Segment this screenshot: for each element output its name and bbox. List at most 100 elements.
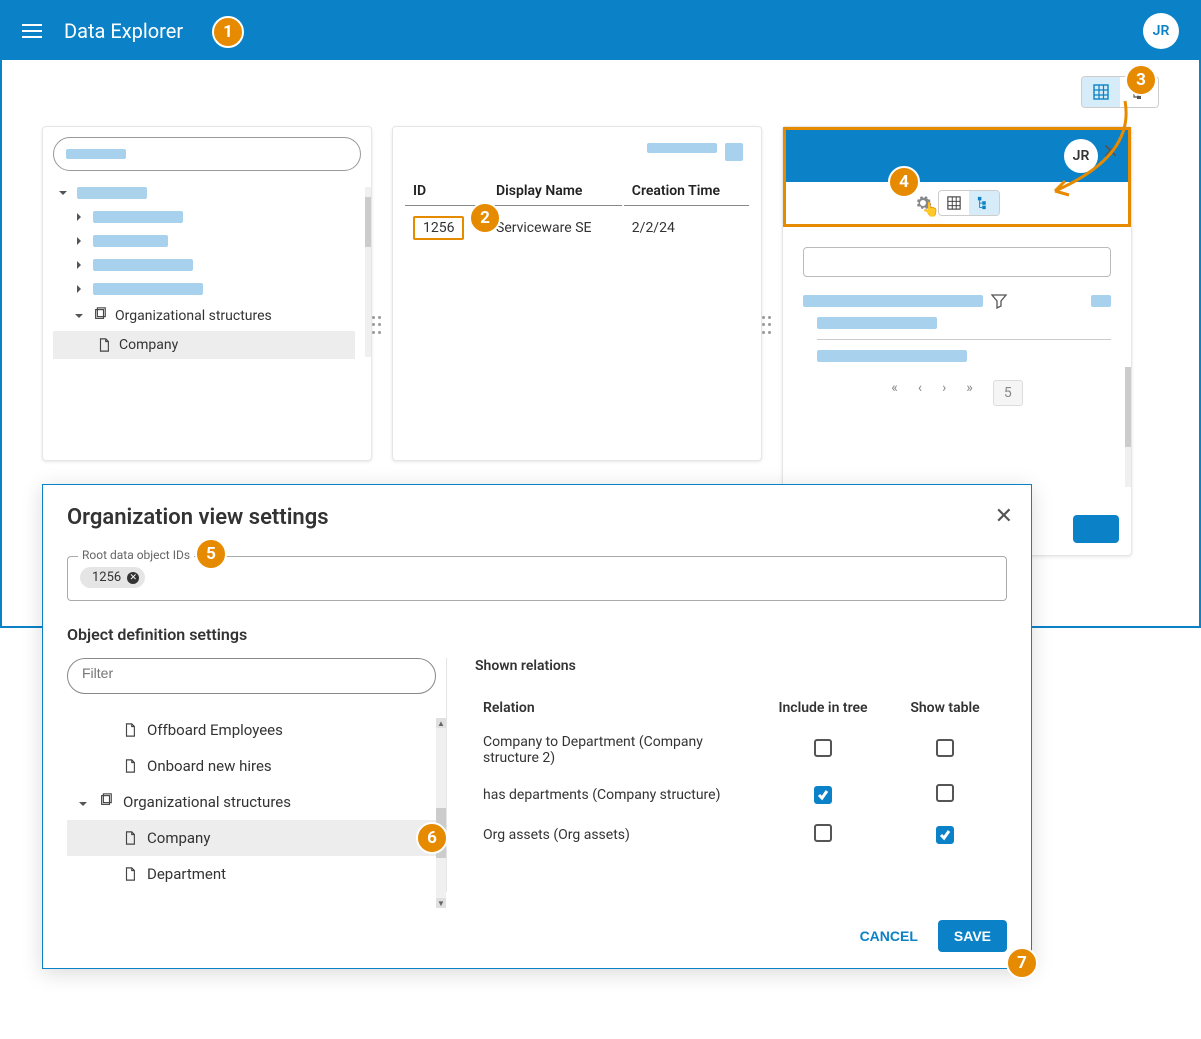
user-avatar[interactable]: JR: [1143, 13, 1179, 49]
app-title: Data Explorer: [64, 19, 183, 43]
root-id-chip[interactable]: 1256 ✕: [80, 567, 145, 588]
stack-icon: [93, 307, 107, 325]
drag-handle-icon[interactable]: [762, 316, 774, 336]
settings-gear-icon[interactable]: 👆: [914, 194, 932, 212]
hamburger-menu-icon[interactable]: [22, 19, 46, 43]
file-icon: [123, 723, 137, 737]
tree-label: Organizational structures: [115, 308, 272, 324]
col-relation: Relation: [477, 692, 761, 724]
def-row-org-structures[interactable]: Organizational structures: [67, 784, 436, 820]
col-creation-time: Creation Time: [624, 177, 749, 206]
callout-7: 7: [1006, 947, 1038, 979]
showtable-checkbox[interactable]: [936, 784, 954, 802]
callout-1: 1: [212, 16, 244, 48]
dialog-close-button[interactable]: ✕: [995, 503, 1013, 529]
definition-tree-column: Offboard Employees Onboard new hires Org…: [67, 658, 447, 892]
pager-prev[interactable]: ‹: [918, 380, 922, 406]
dialog-title: Organization view settings: [67, 505, 1007, 530]
col-id: ID: [405, 177, 486, 206]
chevron-right-icon: [73, 211, 85, 223]
pager-next[interactable]: ›: [942, 380, 946, 406]
tree-row[interactable]: [53, 181, 355, 205]
save-button[interactable]: SAVE: [938, 920, 1007, 952]
tree-row[interactable]: [53, 253, 355, 277]
pager-last[interactable]: »: [966, 380, 973, 406]
chevron-right-icon: [73, 259, 85, 271]
mid-header-blur: [647, 143, 717, 153]
col-show-table: Show table: [885, 692, 1005, 724]
relation-row: has departments (Company structure): [477, 776, 1005, 814]
left-search-input[interactable]: [53, 137, 361, 171]
relation-label: Org assets (Org assets): [477, 816, 761, 854]
scrollbar[interactable]: ▲ ▼: [436, 718, 446, 908]
file-icon: [97, 338, 111, 352]
right-blur-row: [1091, 295, 1111, 307]
def-label: Organizational structures: [123, 793, 291, 811]
file-icon: [123, 831, 137, 845]
def-row-department[interactable]: Department: [67, 856, 436, 892]
right-blur-row: [817, 350, 967, 362]
row-creation-time: 2/2/24: [624, 208, 749, 248]
tree-label-blur: [77, 187, 147, 199]
relations-heading: Shown relations: [475, 658, 1007, 674]
drag-handle-icon[interactable]: [372, 316, 384, 336]
callout-arrow: [1040, 96, 1140, 210]
def-row-onboard[interactable]: Onboard new hires: [67, 748, 436, 784]
right-primary-action[interactable]: [1073, 515, 1119, 543]
chevron-right-icon: [73, 235, 85, 247]
tree-label-blur: [93, 283, 203, 295]
def-label: Company: [147, 829, 210, 847]
tree-row-org-structures[interactable]: Organizational structures: [53, 301, 355, 331]
scrollbar[interactable]: [365, 187, 371, 357]
cursor-pointer-icon: 👆: [922, 202, 939, 218]
row-id-value: 1256: [413, 216, 464, 240]
sub-tree-view-button[interactable]: [969, 191, 999, 215]
right-blur-row: [803, 295, 983, 307]
callout-2: 2: [469, 202, 501, 234]
pager-page[interactable]: 5: [993, 380, 1023, 406]
showtable-checkbox[interactable]: [936, 826, 954, 844]
org-view-settings-dialog: ✕ Organization view settings Root data o…: [42, 484, 1032, 969]
chip-value: 1256: [92, 570, 121, 585]
object-definition-heading: Object definition settings: [67, 625, 1007, 644]
callout-4: 4: [888, 166, 920, 198]
include-checkbox[interactable]: [814, 824, 832, 842]
relations-table: Relation Include in tree Show table Comp…: [475, 690, 1007, 856]
tree-row[interactable]: [53, 229, 355, 253]
def-label: Offboard Employees: [147, 721, 283, 739]
pager-first[interactable]: «: [891, 380, 898, 406]
showtable-checkbox[interactable]: [936, 739, 954, 757]
pager: « ‹ › » 5: [803, 366, 1111, 420]
file-icon: [123, 759, 137, 773]
right-blur-row: [817, 317, 937, 329]
def-row-offboard[interactable]: Offboard Employees: [67, 712, 436, 748]
tree-row[interactable]: [53, 277, 355, 301]
scrollbar[interactable]: [1125, 367, 1131, 487]
cancel-button[interactable]: CANCEL: [860, 928, 918, 944]
include-checkbox[interactable]: [814, 786, 832, 804]
include-checkbox[interactable]: [814, 739, 832, 757]
root-ids-legend: Root data object IDs: [78, 548, 194, 562]
relation-row: Org assets (Org assets): [477, 816, 1005, 854]
filter-input[interactable]: [82, 665, 421, 681]
relation-label: Company to Department (Company structure…: [477, 726, 761, 774]
callout-3: 3: [1125, 64, 1157, 96]
right-search-input[interactable]: [803, 247, 1111, 277]
toolbar-row: [2, 60, 1199, 108]
data-table: ID Display Name Creation Time 1256 Servi…: [403, 175, 751, 250]
def-label: Department: [147, 865, 226, 883]
def-row-company[interactable]: Company: [67, 820, 436, 856]
left-tree-panel: Organizational structures Company: [42, 126, 372, 461]
tree-label-blur: [93, 235, 168, 247]
sub-table-view-button[interactable]: [939, 191, 969, 215]
relations-column: Shown relations Relation Include in tree…: [465, 658, 1007, 892]
filter-icon[interactable]: [991, 293, 1007, 309]
table-row[interactable]: 1256 Serviceware SE 2/2/24: [405, 208, 749, 248]
chip-remove-icon[interactable]: ✕: [127, 572, 139, 584]
definition-filter-input[interactable]: [67, 658, 436, 694]
col-display-name: Display Name: [488, 177, 622, 206]
chevron-down-icon: [57, 187, 69, 199]
tree-row-company[interactable]: Company: [53, 331, 355, 359]
tree-row[interactable]: [53, 205, 355, 229]
sub-view-toggle: [938, 190, 1000, 216]
